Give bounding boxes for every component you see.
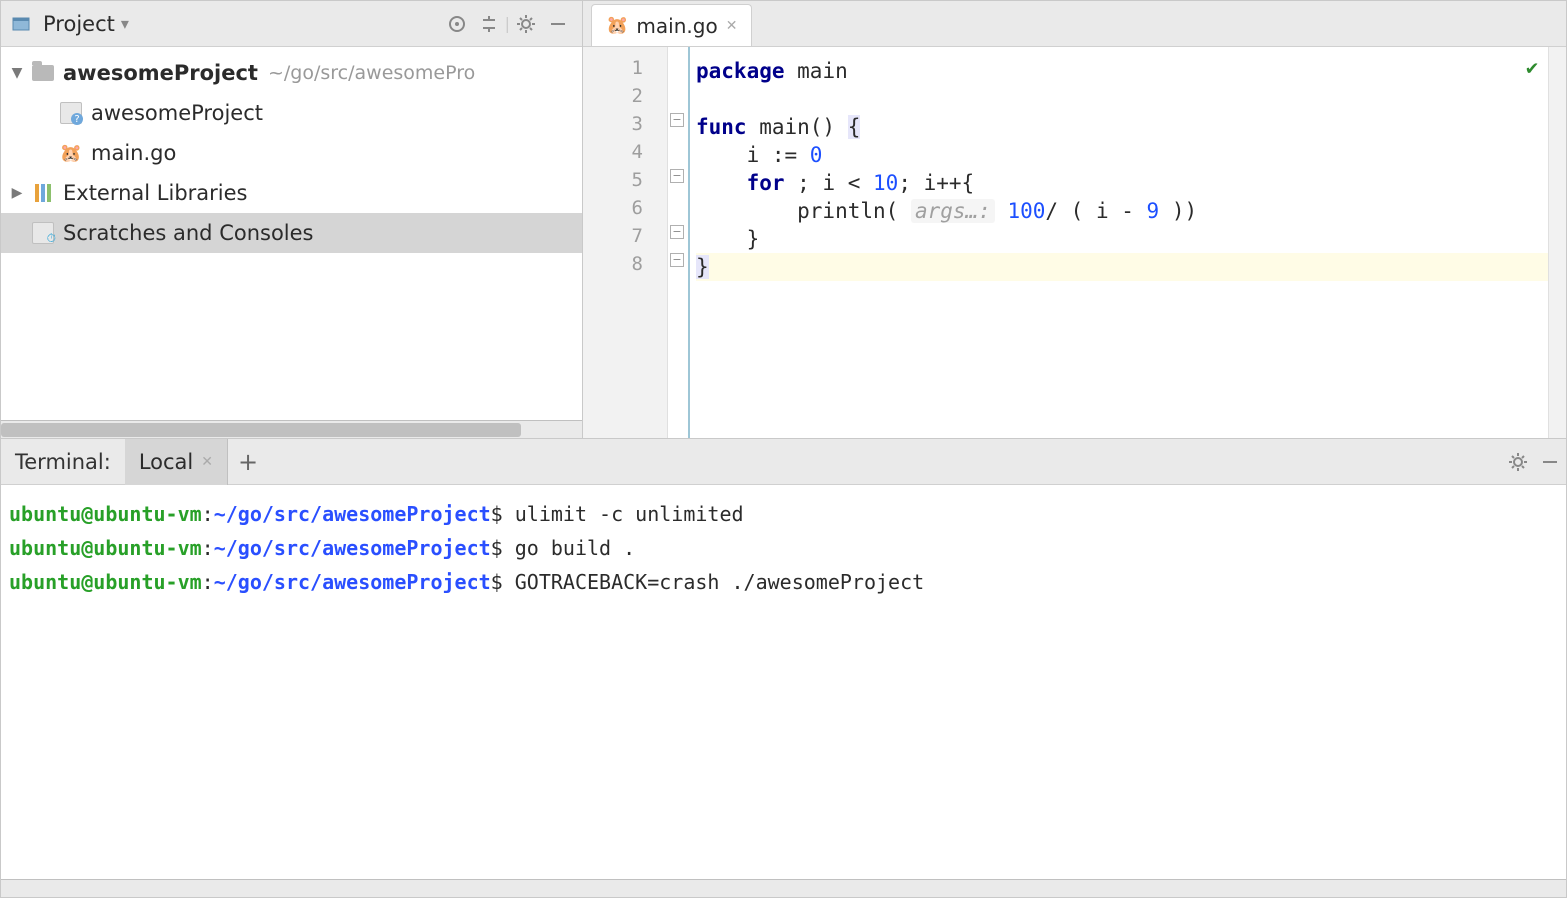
tree-item-label: awesomeProject (91, 101, 263, 125)
close-icon[interactable]: ✕ (201, 454, 213, 470)
fold-icon[interactable]: − (670, 169, 684, 183)
project-sidebar: Project ▾ | ▼ awesomeProject ~/go/src/aw… (1, 1, 583, 438)
line-number[interactable]: 1 (583, 57, 667, 85)
terminal-line: ubuntu@ubuntu-vm:~/go/src/awesomeProject… (9, 565, 1558, 599)
tree-item[interactable]: 🐹 main.go (1, 133, 582, 173)
iml-icon (59, 101, 83, 125)
editor-tabbar: 🐹 main.go ✕ (583, 1, 1566, 47)
sidebar-header: Project ▾ | (1, 1, 582, 47)
close-icon[interactable]: ✕ (726, 18, 738, 34)
editor-tab[interactable]: 🐹 main.go ✕ (591, 4, 752, 46)
add-terminal-button[interactable]: + (228, 448, 268, 476)
minimize-icon[interactable] (1534, 446, 1566, 478)
terminal-line: ubuntu@ubuntu-vm:~/go/src/awesomeProject… (9, 531, 1558, 565)
editor-tab-label: main.go (636, 14, 717, 38)
terminal-panel: Terminal: Local ✕ + ubuntu@ubuntu-vm:~/g… (1, 439, 1566, 897)
fold-icon[interactable]: − (670, 113, 684, 127)
tree-external-libraries[interactable]: ▶ External Libraries (1, 173, 582, 213)
code-area[interactable]: ✔ package main func main() { i := 0 for … (690, 47, 1548, 438)
tree-root-path: ~/go/src/awesomePro (268, 62, 475, 84)
terminal-scrollbar[interactable] (1, 879, 1566, 897)
line-number[interactable]: 8 (583, 253, 667, 281)
expand-icon[interactable]: ▼ (7, 65, 27, 81)
project-tree: ▼ awesomeProject ~/go/src/awesomePro awe… (1, 47, 582, 420)
fold-column[interactable]: − − − − (668, 47, 690, 438)
locate-icon[interactable] (441, 8, 473, 40)
tree-scratches-label: Scratches and Consoles (63, 221, 314, 245)
tree-external-label: External Libraries (63, 181, 248, 205)
terminal-title: Terminal: (1, 450, 125, 474)
terminal-line: ubuntu@ubuntu-vm:~/go/src/awesomeProject… (9, 497, 1558, 531)
libraries-icon (31, 181, 55, 205)
editor-pane: 🐹 main.go ✕ 1 2 3 4 5 6 7 8 − − − − (583, 1, 1566, 438)
collapse-icon[interactable] (473, 8, 505, 40)
expand-icon[interactable]: ▶ (7, 185, 27, 201)
line-number[interactable]: 7 (583, 225, 667, 253)
minimize-icon[interactable] (542, 8, 574, 40)
dropdown-icon[interactable]: ▾ (121, 14, 129, 33)
gear-icon[interactable] (1502, 446, 1534, 478)
tree-item[interactable]: awesomeProject (1, 93, 582, 133)
scratch-icon (31, 221, 55, 245)
terminal-output[interactable]: ubuntu@ubuntu-vm:~/go/src/awesomeProject… (1, 485, 1566, 879)
gear-icon[interactable] (510, 8, 542, 40)
tree-item-label: main.go (91, 141, 176, 165)
tree-root[interactable]: ▼ awesomeProject ~/go/src/awesomePro (1, 53, 582, 93)
line-number[interactable]: 5 (583, 169, 667, 197)
terminal-tab-label: Local (139, 450, 193, 474)
fold-icon[interactable]: − (670, 225, 684, 239)
go-file-icon: 🐹 (606, 15, 628, 36)
sidebar-scrollbar[interactable] (1, 420, 582, 438)
line-number[interactable]: 2 (583, 85, 667, 113)
line-number[interactable]: 6 (583, 197, 667, 225)
folder-icon (31, 61, 55, 85)
check-icon[interactable]: ✔ (1526, 53, 1538, 81)
tree-scratches[interactable]: Scratches and Consoles (1, 213, 582, 253)
editor-body[interactable]: 1 2 3 4 5 6 7 8 − − − − ✔ package main f… (583, 47, 1566, 438)
line-gutter[interactable]: 1 2 3 4 5 6 7 8 (583, 47, 668, 438)
sidebar-title[interactable]: Project (43, 12, 115, 36)
editor-scrollbar[interactable] (1548, 47, 1566, 438)
fold-icon[interactable]: − (670, 253, 684, 267)
tree-root-label: awesomeProject (63, 61, 258, 85)
go-file-icon: 🐹 (59, 141, 83, 165)
terminal-header: Terminal: Local ✕ + (1, 439, 1566, 485)
terminal-tab[interactable]: Local ✕ (125, 439, 228, 485)
line-number[interactable]: 4 (583, 141, 667, 169)
line-number[interactable]: 3 (583, 113, 667, 141)
project-view-icon (9, 12, 33, 36)
